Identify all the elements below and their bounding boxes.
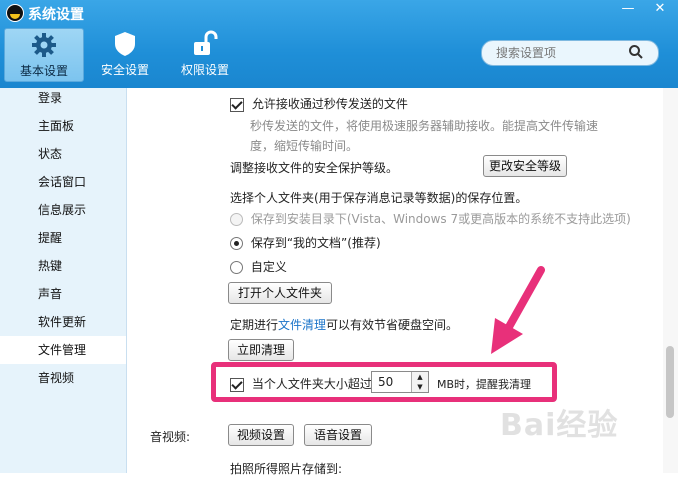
clean-now-button[interactable]: 立即清理 — [228, 339, 294, 361]
tab-label: 安全设置 — [100, 63, 149, 77]
window-title: 系统设置 — [28, 7, 84, 23]
sidebar-item-status[interactable]: 状态 — [0, 140, 126, 168]
shield-icon — [115, 32, 135, 56]
sidebar-item-login[interactable]: 登录 — [0, 84, 126, 112]
tab-security-settings[interactable]: 安全设置 — [92, 28, 158, 80]
tab-permission-settings[interactable]: 权限设置 — [172, 28, 238, 80]
gear-icon — [32, 33, 56, 57]
cleanup-suffix: 可以有效节省硬盘空间。 — [326, 318, 459, 332]
allow-transfer-label: 允许接收通过秒传发送的文件 — [251, 97, 408, 111]
radio-my-documents-label: 保存到“我的文档”(推荐) — [250, 236, 381, 250]
sidebar-item-audio-video[interactable]: 音视频 — [0, 364, 126, 392]
radio-my-documents[interactable] — [230, 237, 243, 250]
tab-label: 权限设置 — [180, 63, 229, 77]
file-cleanup-link[interactable]: 文件清理 — [278, 318, 326, 332]
title-bar: 系统设置 — ✕ 基本设置 安全设置 权限设置 搜索设置项 — [0, 0, 678, 88]
av-section-label: 音视频: — [150, 430, 191, 444]
sidebar-item-hotkeys[interactable]: 热键 — [0, 252, 126, 280]
search-box[interactable] — [481, 40, 659, 66]
cleanup-prefix: 定期进行 — [230, 318, 279, 332]
folder-choice-label: 选择个人文件夹(用于保存消息记录等数据)的保存位置。 — [230, 191, 528, 205]
minimize-button[interactable]: — — [614, 0, 642, 18]
radio-custom-label: 自定义 — [250, 260, 287, 274]
radio-my-documents-row[interactable]: 保存到“我的文档”(推荐) — [230, 234, 381, 251]
cleanup-text: 定期进行文件清理可以有效节省硬盘空间。 — [230, 316, 458, 333]
sidebar-item-chat-window[interactable]: 会话窗口 — [0, 168, 126, 196]
allow-transfer-checkbox[interactable] — [230, 97, 244, 112]
sidebar-item-sound[interactable]: 声音 — [0, 280, 126, 308]
lock-icon — [194, 30, 218, 55]
tab-label: 基本设置 — [19, 64, 68, 78]
radio-custom-row[interactable]: 自定义 — [230, 258, 287, 275]
radio-install-dir-label: 保存到安装目录下(Vista、Windows 7或更高版本的系统不支持此选项) — [250, 212, 631, 226]
tab-basic-settings[interactable]: 基本设置 — [4, 28, 84, 82]
security-level-label: 调整接收文件的安全保护等级。 — [230, 161, 399, 175]
stepper-arrows[interactable]: ▲ ▼ — [411, 372, 428, 392]
size-limit-stepper[interactable]: 50 ▲ ▼ — [371, 371, 429, 393]
allow-transfer-row[interactable]: 允许接收通过秒传发送的文件 — [230, 95, 408, 112]
close-button[interactable]: ✕ — [646, 0, 674, 18]
search-input[interactable] — [494, 44, 628, 62]
sidebar: 登录 主面板 状态 会话窗口 信息展示 提醒 热键 声音 软件更新 文件管理 音… — [0, 88, 127, 473]
size-limit-value[interactable]: 50 — [378, 375, 393, 389]
sidebar-item-reminders[interactable]: 提醒 — [0, 224, 126, 252]
allow-transfer-description: 秒传发送的文件，将使用极速服务器辅助接收。能提高文件传输速度，缩短传输时间。 — [250, 119, 599, 153]
pink-arrow-annotation — [491, 266, 545, 354]
radio-install-dir — [230, 213, 243, 226]
change-security-level-button[interactable]: 更改安全等级 — [483, 155, 567, 177]
size-alert-checkbox[interactable] — [230, 377, 244, 392]
sidebar-item-info-display[interactable]: 信息展示 — [0, 196, 126, 224]
stepper-up-icon[interactable]: ▲ — [412, 372, 428, 382]
radio-custom[interactable] — [230, 261, 243, 274]
sidebar-item-software-update[interactable]: 软件更新 — [0, 308, 126, 336]
sidebar-item-file-management[interactable]: 文件管理 — [0, 336, 126, 364]
sidebar-item-main-panel[interactable]: 主面板 — [0, 112, 126, 140]
stepper-down-icon[interactable]: ▼ — [412, 382, 428, 392]
scroll-thumb[interactable] — [666, 346, 674, 418]
size-alert-row[interactable]: 当个人文件夹大小超过 — [230, 375, 372, 392]
radio-install-dir-row: 保存到安装目录下(Vista、Windows 7或更高版本的系统不支持此选项) — [230, 210, 631, 227]
size-alert-suffix: MB时，提醒我清理 — [437, 378, 532, 391]
photo-save-label: 拍照所得照片存储到: — [230, 462, 343, 476]
audio-settings-button[interactable]: 语音设置 — [304, 424, 372, 446]
baidu-watermark: Bai经验 — [500, 408, 619, 443]
content-scrollbar[interactable] — [663, 88, 678, 473]
size-alert-label: 当个人文件夹大小超过 — [251, 377, 372, 391]
qq-logo-icon — [6, 4, 24, 22]
open-personal-folder-button[interactable]: 打开个人文件夹 — [228, 282, 332, 304]
search-icon[interactable] — [628, 44, 644, 60]
video-settings-button[interactable]: 视频设置 — [228, 424, 294, 446]
